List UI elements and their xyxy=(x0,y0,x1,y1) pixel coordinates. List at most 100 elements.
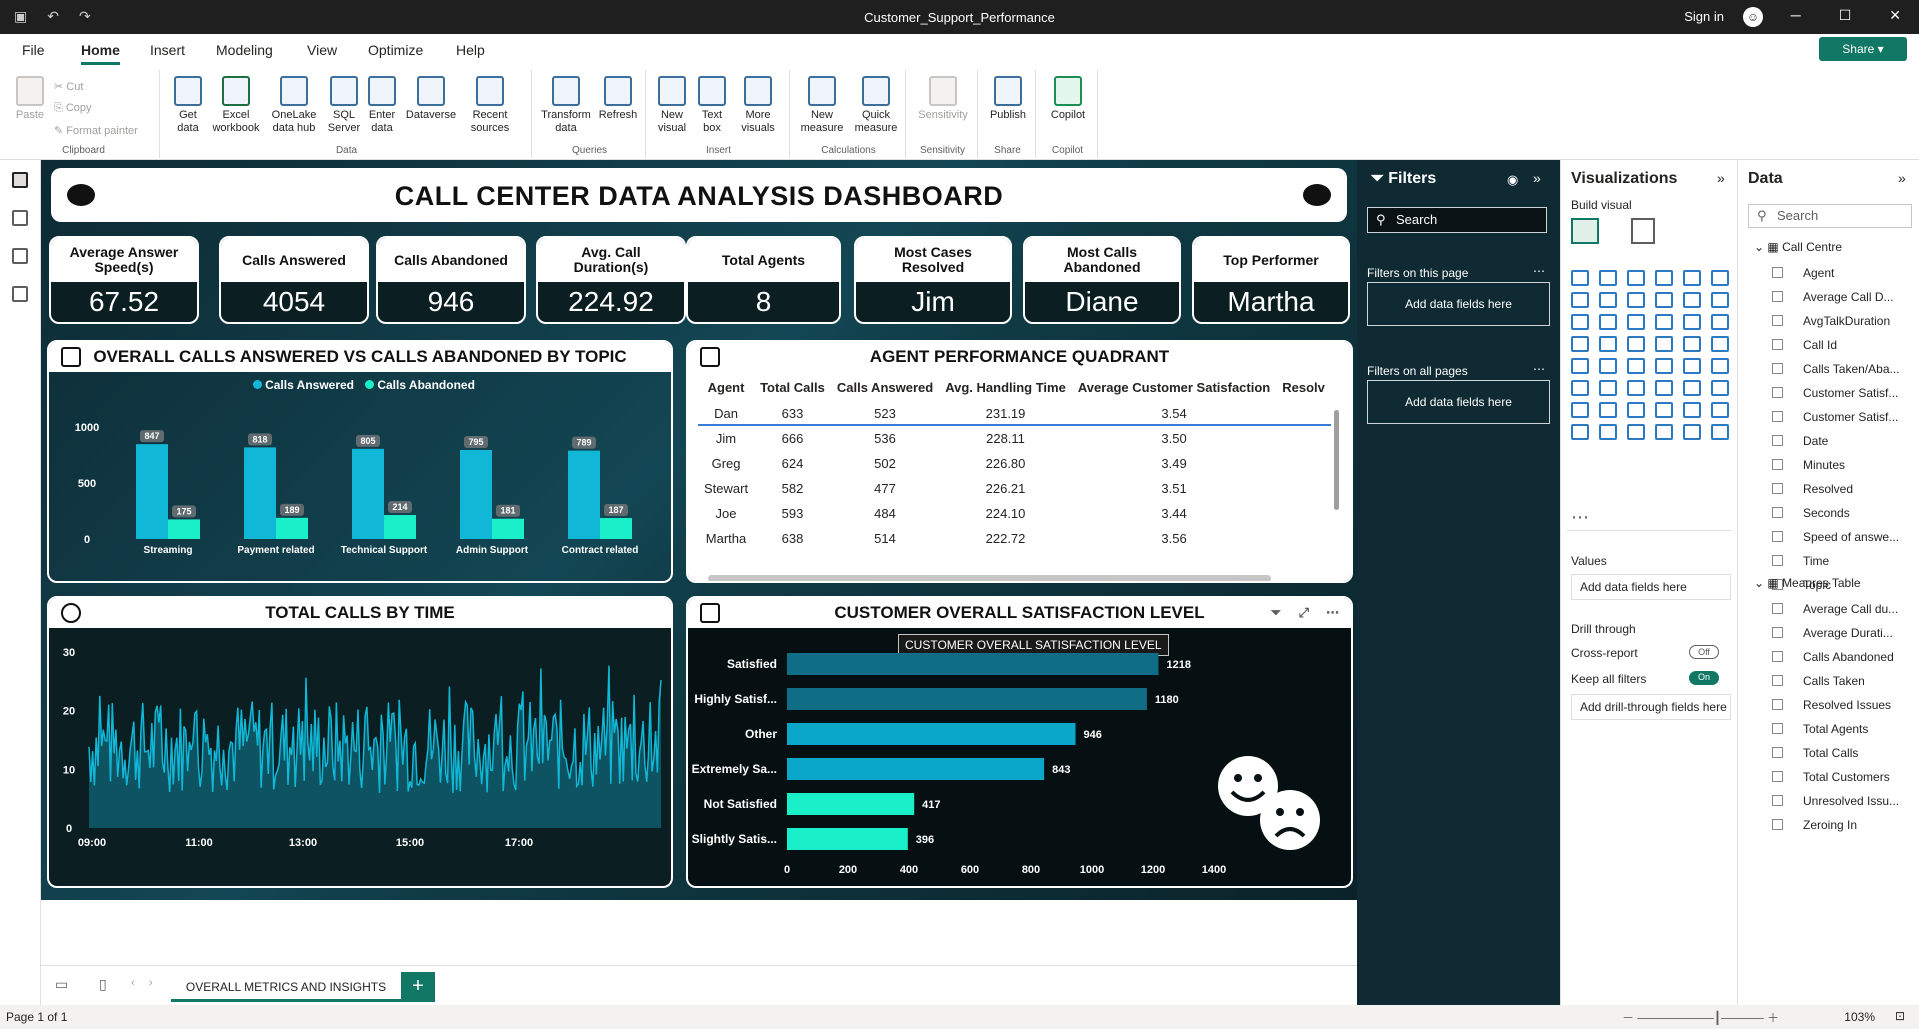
visual-type-icon[interactable] xyxy=(1571,292,1589,308)
field-item[interactable]: Total Customers xyxy=(1772,770,1912,784)
page-tab-overall-metrics[interactable]: OVERALL METRICS AND INSIGHTS xyxy=(171,972,401,1002)
build-visual-tab-icon[interactable] xyxy=(1571,218,1599,244)
focus-mode-icon[interactable]: ⤢ xyxy=(1299,598,1309,628)
menu-modeling[interactable]: Modeling xyxy=(216,42,273,58)
bar-answered[interactable] xyxy=(460,449,492,539)
table-view-icon[interactable] xyxy=(12,210,28,226)
maximize-icon[interactable]: ☐ xyxy=(1839,7,1852,24)
report-view-icon[interactable] xyxy=(12,172,28,188)
visual-type-icon[interactable] xyxy=(1627,314,1645,330)
visual-type-icon[interactable] xyxy=(1711,380,1729,396)
field-checkbox[interactable] xyxy=(1772,459,1783,470)
field-item[interactable]: Average Call D... xyxy=(1772,290,1912,304)
horizontal-scrollbar[interactable] xyxy=(708,575,1271,581)
copilot-button[interactable]: Copilot xyxy=(1044,76,1092,122)
dataverse-button[interactable]: Dataverse xyxy=(402,76,460,122)
new-visual-button[interactable]: New visual xyxy=(652,76,692,135)
visual-type-icon[interactable] xyxy=(1655,358,1673,374)
minimize-icon[interactable]: ─ xyxy=(1791,7,1801,24)
menu-insert[interactable]: Insert xyxy=(150,42,185,58)
zoom-slider[interactable]: － ─────────┃───── ＋ xyxy=(1622,1009,1779,1026)
visual-type-icon[interactable] xyxy=(1599,380,1617,396)
field-checkbox[interactable] xyxy=(1772,555,1783,566)
bar-abandoned[interactable] xyxy=(492,518,524,539)
next-page-icon[interactable]: › xyxy=(149,977,153,989)
visual-type-icon[interactable] xyxy=(1655,424,1673,440)
visual-type-icon[interactable] xyxy=(1655,380,1673,396)
user-avatar-icon[interactable]: ☺ xyxy=(1743,7,1763,27)
field-item[interactable]: AvgTalkDuration xyxy=(1772,314,1912,328)
field-item[interactable]: Average Durati... xyxy=(1772,626,1912,640)
share-button[interactable]: Share ▾ xyxy=(1819,37,1907,61)
field-item[interactable]: Time xyxy=(1772,554,1912,568)
field-checkbox[interactable] xyxy=(1772,291,1783,302)
visual-type-icon[interactable] xyxy=(1627,336,1645,352)
table-header[interactable]: Agent xyxy=(698,372,754,401)
field-checkbox[interactable] xyxy=(1772,531,1783,542)
field-item[interactable]: Total Calls xyxy=(1772,746,1912,760)
field-checkbox[interactable] xyxy=(1772,699,1783,710)
visual-type-icon[interactable] xyxy=(1711,270,1729,286)
visual-type-icon[interactable] xyxy=(1599,358,1617,374)
dax-query-view-icon[interactable] xyxy=(12,286,28,302)
keep-filters-toggle[interactable]: On xyxy=(1689,671,1719,685)
sign-in-link[interactable]: Sign in xyxy=(1684,9,1724,24)
field-item[interactable]: Customer Satisf... xyxy=(1772,410,1912,424)
field-item[interactable]: Customer Satisf... xyxy=(1772,386,1912,400)
visual-type-icon[interactable] xyxy=(1683,314,1701,330)
bar-abandoned[interactable] xyxy=(384,515,416,539)
visual-type-icon[interactable] xyxy=(1627,424,1645,440)
cut-button[interactable]: ✂ Cut xyxy=(54,80,83,93)
visual-type-icon[interactable] xyxy=(1571,314,1589,330)
kpi-card-most-resolved[interactable]: Most Cases Resolved Jim xyxy=(854,236,1012,324)
field-checkbox[interactable] xyxy=(1772,819,1783,830)
fit-to-page-icon[interactable]: ⊡ xyxy=(1895,1009,1905,1023)
visual-type-icon[interactable] xyxy=(1683,270,1701,286)
field-item[interactable]: Calls Taken xyxy=(1772,674,1912,688)
visual-type-icon[interactable] xyxy=(1627,358,1645,374)
table-header[interactable]: Avg. Handling Time xyxy=(939,372,1072,401)
sql-server-button[interactable]: SQL Server xyxy=(326,76,362,135)
topic-bar-chart-panel[interactable]: OVERALL CALLS ANSWERED VS CALLS ABANDONE… xyxy=(47,340,673,583)
bar-abandoned[interactable] xyxy=(168,519,200,539)
refresh-button[interactable]: Refresh xyxy=(596,76,640,122)
filters-search-input[interactable]: ⚲ Search xyxy=(1367,207,1547,233)
field-checkbox[interactable] xyxy=(1772,339,1783,350)
bar-answered[interactable] xyxy=(568,450,600,539)
bar-answered[interactable] xyxy=(244,447,276,539)
time-line-chart-panel[interactable]: TOTAL CALLS BY TIME 0 10 20 30 09:00 11:00 13:… xyxy=(47,596,673,888)
field-item[interactable]: Resolved xyxy=(1772,482,1912,496)
field-checkbox[interactable] xyxy=(1772,387,1783,398)
field-checkbox[interactable] xyxy=(1772,795,1783,806)
bar-abandoned[interactable] xyxy=(600,518,632,539)
more-options-icon[interactable]: ⋯ xyxy=(1533,264,1545,278)
close-icon[interactable]: ✕ xyxy=(1889,7,1901,24)
agent-quadrant-panel[interactable]: AGENT PERFORMANCE QUADRANT Agent Total Ca… xyxy=(686,340,1353,583)
bar-satisfaction[interactable] xyxy=(787,828,908,850)
field-item[interactable]: Average Call du... xyxy=(1772,602,1912,616)
bar-satisfaction[interactable] xyxy=(787,793,915,815)
menu-view[interactable]: View xyxy=(307,42,337,58)
table-row[interactable]: Stewart 582 477 226.21 3.51 xyxy=(698,476,1331,501)
field-checkbox[interactable] xyxy=(1772,651,1783,662)
copy-button[interactable]: ⎘ Copy xyxy=(54,102,92,115)
visual-type-icon[interactable] xyxy=(1599,336,1617,352)
more-options-icon[interactable]: ⋯ xyxy=(1533,362,1545,376)
quick-measure-button[interactable]: Quick measure xyxy=(850,76,902,135)
mobile-layout-icon[interactable]: ▯ xyxy=(99,976,107,993)
visual-type-icon[interactable] xyxy=(1571,424,1589,440)
add-page-button[interactable]: + xyxy=(401,972,435,1002)
filters-all-pages-well[interactable]: Add data fields here xyxy=(1367,380,1550,424)
visual-type-icon[interactable] xyxy=(1571,336,1589,352)
transform-data-button[interactable]: Transform data xyxy=(538,76,594,135)
data-search-input[interactable]: ⚲ Search xyxy=(1748,204,1912,228)
kpi-card-most-abandoned[interactable]: Most Calls Abandoned Diane xyxy=(1023,236,1181,324)
field-item[interactable]: Zeroing In xyxy=(1772,818,1912,832)
field-checkbox[interactable] xyxy=(1772,483,1783,494)
menu-file[interactable]: File xyxy=(22,42,45,58)
table-row[interactable]: Dan 633 523 231.19 3.54 xyxy=(698,401,1331,426)
visual-type-icon[interactable] xyxy=(1683,424,1701,440)
visual-type-icon[interactable] xyxy=(1711,402,1729,418)
visual-type-icon[interactable] xyxy=(1571,402,1589,418)
paste-button[interactable]: Paste xyxy=(12,76,48,122)
